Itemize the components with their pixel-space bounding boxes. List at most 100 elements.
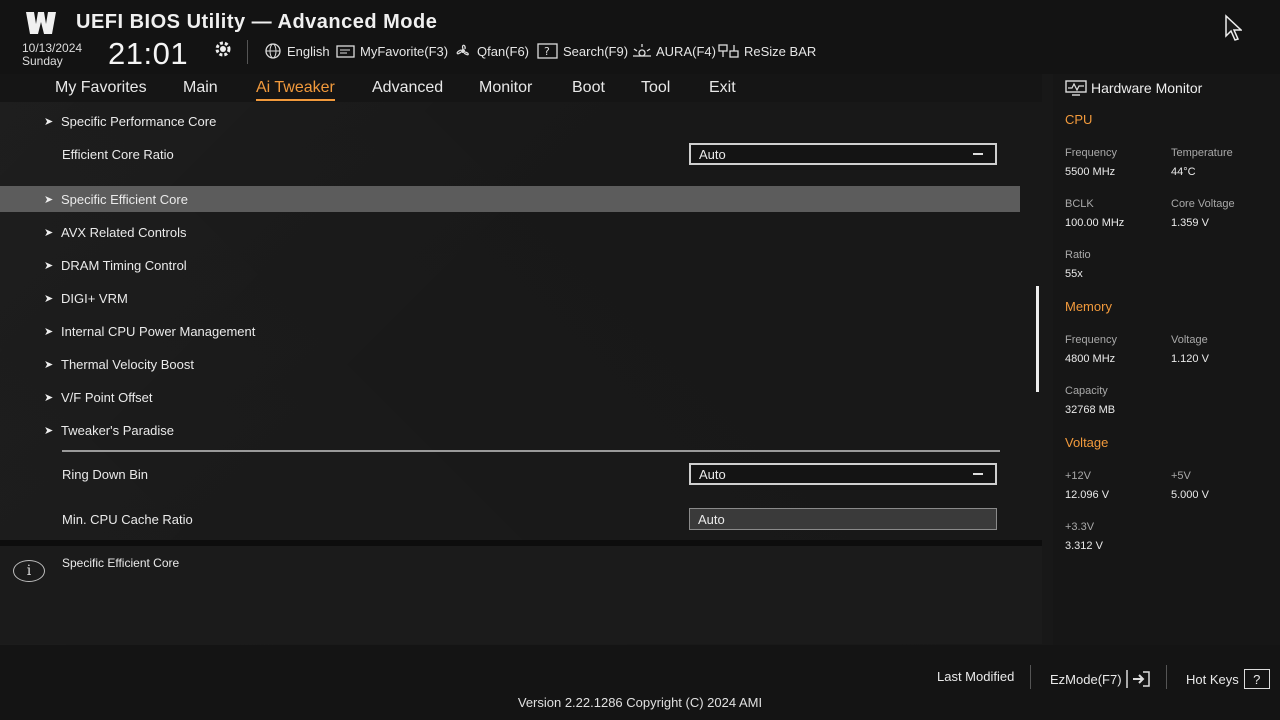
header-bar: UEFI BIOS Utility — Advanced Mode 10/13/… xyxy=(0,0,1280,74)
menu-item-label: Internal CPU Power Management xyxy=(61,323,256,339)
info-icon: i xyxy=(13,560,45,582)
submenu-arrow-icon: ➤ xyxy=(44,391,54,404)
menu-item-label: Tweaker's Paradise xyxy=(61,422,175,438)
submenu-arrow-icon: ➤ xyxy=(44,259,54,272)
search-button[interactable]: ? Search(F9) xyxy=(537,42,628,60)
resize-bar-icon xyxy=(718,44,739,58)
memory-voltage-value: 1.120 V xyxy=(1171,353,1209,365)
last-modified-button[interactable]: Last Modified xyxy=(937,669,1014,684)
cpu-heading: CPU xyxy=(1065,112,1093,127)
submenu-arrow-icon: ➤ xyxy=(44,325,54,338)
search-icon: ? xyxy=(537,43,558,59)
help-text: Specific Efficient Core xyxy=(62,556,180,570)
submenu-arrow-icon: ➤ xyxy=(44,292,54,305)
cpu-temperature-label: Temperature xyxy=(1171,147,1233,159)
menu-item-specific-efficient-core[interactable]: ➤ Specific Efficient Core xyxy=(0,186,1020,212)
tab-boot[interactable]: Boot xyxy=(572,79,605,97)
gear-icon[interactable] xyxy=(212,39,234,59)
v12-value: 12.096 V xyxy=(1065,489,1110,501)
resize-bar-label: ReSize BAR xyxy=(744,43,817,59)
setting-min-cpu-cache-ratio: Min. CPU Cache Ratio Auto xyxy=(0,506,1020,532)
dropdown-value: Auto xyxy=(699,146,726,162)
resize-bar-button[interactable]: ReSize BAR xyxy=(718,42,816,60)
footer-separator xyxy=(1166,665,1167,689)
memory-heading: Memory xyxy=(1065,299,1112,314)
setting-label: Min. CPU Cache Ratio xyxy=(62,511,193,527)
menu-item-vf-point-offset[interactable]: ➤ V/F Point Offset xyxy=(0,384,1020,410)
tab-monitor[interactable]: Monitor xyxy=(479,79,532,97)
qfan-label: Qfan(F6) xyxy=(477,43,530,59)
date-display: 10/13/2024 Sunday xyxy=(22,42,82,68)
memory-capacity-value: 32768 MB xyxy=(1065,404,1116,416)
input-value: Auto xyxy=(698,511,725,527)
help-icon: ? xyxy=(1243,669,1270,689)
menu-item-label: V/F Point Offset xyxy=(61,389,153,405)
myfavorite-label: MyFavorite(F3) xyxy=(360,43,449,59)
efficient-core-ratio-dropdown[interactable]: Auto xyxy=(689,143,997,165)
ezmode-label: EzMode(F7) xyxy=(1050,671,1122,687)
cpu-frequency-label: Frequency xyxy=(1065,147,1117,159)
v33-label: +3.3V xyxy=(1065,521,1095,533)
setting-label: Ring Down Bin xyxy=(62,466,148,482)
aura-icon xyxy=(633,44,651,57)
submenu-arrow-icon: ➤ xyxy=(44,424,54,437)
toolbar-separator xyxy=(247,40,248,64)
menu-item-thermal-velocity-boost[interactable]: ➤ Thermal Velocity Boost xyxy=(0,351,1020,377)
footer-separator xyxy=(1030,665,1031,689)
v5-value: 5.000 V xyxy=(1171,489,1209,501)
menu-item-label: DIGI+ VRM xyxy=(61,290,128,306)
min-cpu-cache-ratio-input[interactable]: Auto xyxy=(689,508,997,530)
tab-my-favorites[interactable]: My Favorites xyxy=(55,79,147,97)
clock-display: 21:01 xyxy=(108,36,189,71)
cpu-frequency-value: 5500 MHz xyxy=(1065,166,1116,178)
tab-main[interactable]: Main xyxy=(183,79,218,97)
fan-icon xyxy=(456,44,469,56)
setting-efficient-core-ratio: Efficient Core Ratio Auto xyxy=(0,141,1020,167)
ring-down-bin-dropdown[interactable]: Auto xyxy=(689,463,997,485)
language-button[interactable]: English xyxy=(263,42,330,60)
hardware-monitor-panel: Hardware Monitor CPU Frequency 5500 MHz … xyxy=(1053,74,1280,645)
hotkeys-label: Hot Keys xyxy=(1186,671,1239,687)
menu-item-avx-related-controls[interactable]: ➤ AVX Related Controls xyxy=(0,219,1020,245)
exit-arrow-icon xyxy=(1125,670,1150,688)
submenu-arrow-icon: ➤ xyxy=(44,226,54,239)
menu-item-label: AVX Related Controls xyxy=(61,224,187,240)
hotkeys-button[interactable]: Hot Keys ? xyxy=(1186,669,1270,689)
favorite-icon xyxy=(336,45,355,58)
menu-item-tweakers-paradise[interactable]: ➤ Tweaker's Paradise xyxy=(0,417,1020,443)
mouse-pointer-icon xyxy=(1225,14,1242,41)
menu-item-label: Specific Performance Core xyxy=(61,113,217,129)
tab-tool[interactable]: Tool xyxy=(641,79,670,97)
memory-frequency-label: Frequency xyxy=(1065,334,1117,346)
tab-advanced[interactable]: Advanced xyxy=(372,79,443,97)
submenu-arrow-icon: ➤ xyxy=(44,358,54,371)
dropdown-value: Auto xyxy=(699,466,726,482)
qfan-button[interactable]: Qfan(F6) xyxy=(453,42,529,60)
main-tabs: My Favorites Main Ai Tweaker Advanced Mo… xyxy=(0,74,1042,102)
menu-item-label: Specific Efficient Core xyxy=(61,191,188,207)
myfavorite-button[interactable]: MyFavorite(F3) xyxy=(336,42,448,60)
settings-scrollbar[interactable] xyxy=(1036,286,1039,392)
search-label: Search(F9) xyxy=(563,43,629,59)
setting-label: Efficient Core Ratio xyxy=(62,146,174,162)
v12-label: +12V xyxy=(1065,470,1091,482)
globe-icon xyxy=(265,43,281,59)
core-voltage-value: 1.359 V xyxy=(1171,217,1209,229)
footer-bar: Last Modified EzMode(F7) Hot Keys ? Vers… xyxy=(0,645,1280,720)
menu-item-digi-vrm[interactable]: ➤ DIGI+ VRM xyxy=(0,285,1020,311)
aura-button[interactable]: AURA(F4) xyxy=(632,42,716,60)
v5-label: +5V xyxy=(1171,470,1191,482)
settings-list: ➤ Specific Performance Core Efficient Co… xyxy=(0,102,1042,540)
language-label: English xyxy=(287,43,330,59)
menu-item-specific-performance-core[interactable]: ➤ Specific Performance Core xyxy=(0,108,1020,134)
tab-ai-tweaker[interactable]: Ai Tweaker xyxy=(256,79,335,101)
tab-exit[interactable]: Exit xyxy=(709,79,736,97)
monitor-icon xyxy=(1065,80,1087,96)
ezmode-button[interactable]: EzMode(F7) xyxy=(1050,669,1153,689)
section-divider xyxy=(62,450,1000,452)
memory-capacity-label: Capacity xyxy=(1065,385,1108,397)
menu-item-dram-timing-control[interactable]: ➤ DRAM Timing Control xyxy=(0,252,1020,278)
memory-frequency-value: 4800 MHz xyxy=(1065,353,1116,365)
menu-item-internal-cpu-power-management[interactable]: ➤ Internal CPU Power Management xyxy=(0,318,1020,344)
menu-item-label: DRAM Timing Control xyxy=(61,257,187,273)
